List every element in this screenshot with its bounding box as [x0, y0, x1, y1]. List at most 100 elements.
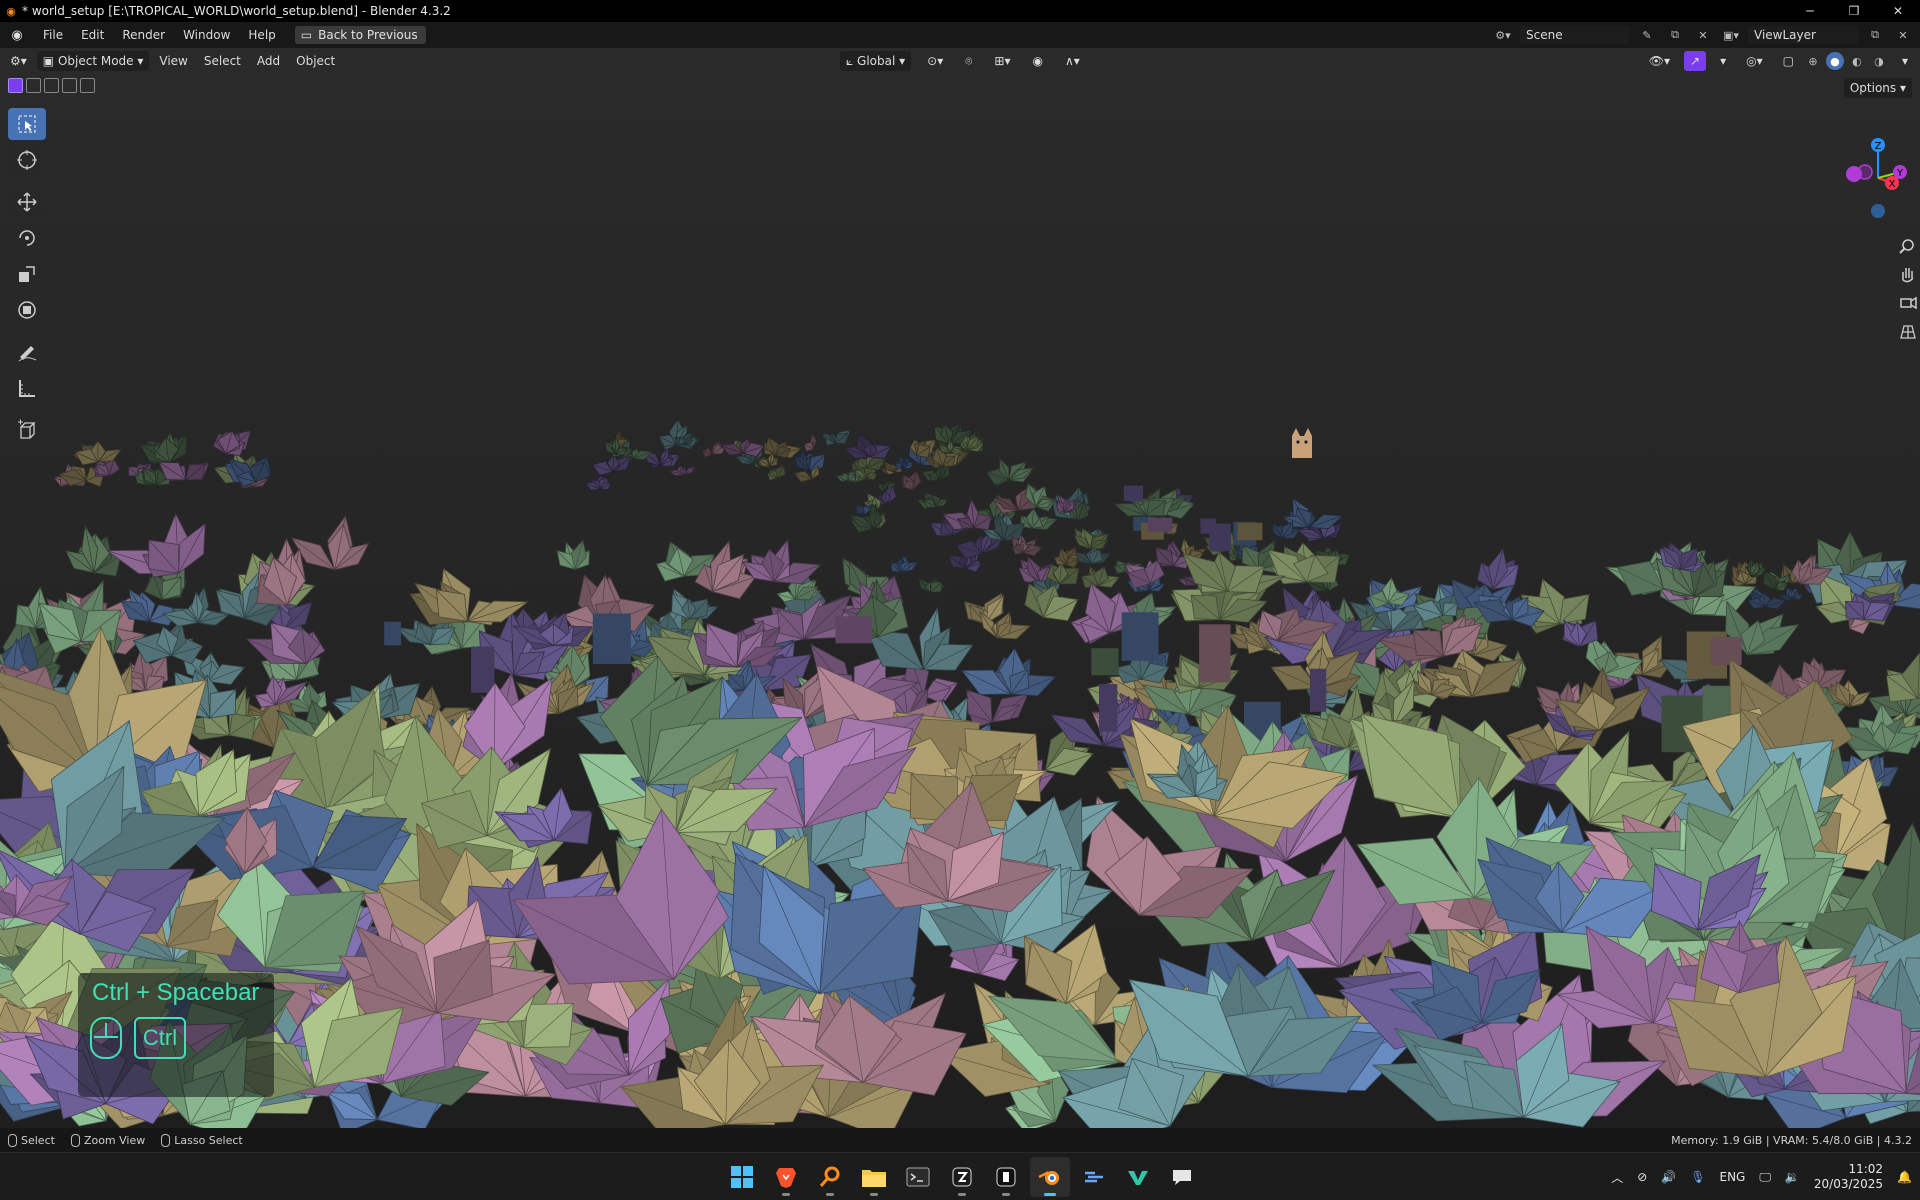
- select-new-icon[interactable]: [8, 78, 23, 93]
- app-9[interactable]: [1118, 1157, 1158, 1197]
- display-icon[interactable]: 🖵: [1759, 1170, 1771, 1185]
- falloff-button[interactable]: ∧▾: [1059, 51, 1086, 71]
- y-axis-label: Y: [1896, 168, 1904, 179]
- 3d-viewport[interactable]: ⚙▾ ▣ Object Mode ▾ View Select Add Objec…: [0, 48, 1920, 1128]
- material-shading-icon[interactable]: ◐: [1848, 52, 1866, 70]
- navigation-gizmo[interactable]: Z Y X: [1830, 108, 1920, 368]
- back-to-previous-button[interactable]: ▭ Back to Previous: [294, 26, 426, 44]
- right-mouse-icon: [161, 1133, 171, 1147]
- app-6[interactable]: [986, 1157, 1026, 1197]
- blender-app[interactable]: [1030, 1157, 1070, 1197]
- neg-z-axis-icon: [1871, 204, 1885, 218]
- select-subtract-icon[interactable]: [44, 78, 59, 93]
- keystroke-overlay: Ctrl + Spacebar Ctrl: [78, 973, 274, 1097]
- proxy-block: [1123, 485, 1143, 502]
- gizmo-dropdown[interactable]: ▾: [1714, 51, 1732, 71]
- network-activity-icon[interactable]: ⊘: [1637, 1170, 1647, 1184]
- xray-toggle-button[interactable]: ▢: [1777, 51, 1800, 71]
- file-explorer-app[interactable]: [854, 1157, 894, 1197]
- scene-field[interactable]: Scene: [1520, 26, 1630, 44]
- select-box-icon: [18, 115, 36, 133]
- select-extend-icon[interactable]: [26, 78, 41, 93]
- scene-icon[interactable]: ⚙▾: [1492, 26, 1514, 44]
- speaker-icon[interactable]: 🔊: [1661, 1170, 1676, 1184]
- scene-name: Scene: [1526, 28, 1563, 42]
- editor-type-button[interactable]: ⚙▾: [4, 51, 33, 71]
- rotate-tool[interactable]: [8, 222, 46, 254]
- brave-browser-app[interactable]: [766, 1157, 806, 1197]
- remove-view-layer-icon[interactable]: ✕: [1892, 26, 1914, 44]
- start-button[interactable]: [722, 1157, 762, 1197]
- menu-add[interactable]: Add: [251, 51, 286, 71]
- transform-orientation-selector[interactable]: ⟀ Global ▾: [840, 51, 912, 71]
- clock[interactable]: 11:02 20/03/2025: [1814, 1162, 1883, 1192]
- move-icon: [17, 192, 37, 212]
- menu-render[interactable]: Render: [113, 22, 174, 48]
- menu-select[interactable]: Select: [198, 51, 247, 71]
- terminal-app[interactable]: [898, 1157, 938, 1197]
- proportional-edit-button[interactable]: ◉: [1027, 51, 1049, 71]
- menu-object[interactable]: Object: [290, 51, 341, 71]
- notification-bell-icon[interactable]: 🔔: [1897, 1170, 1912, 1184]
- menu-window[interactable]: Window: [174, 22, 239, 48]
- viewport-header: ⚙▾ ▣ Object Mode ▾ View Select Add Objec…: [0, 48, 1920, 74]
- options-button[interactable]: Options ▾: [1843, 78, 1912, 98]
- jungle-scene: [0, 48, 1920, 1128]
- select-intersect-icon[interactable]: [80, 78, 95, 93]
- add-cube-tool[interactable]: [8, 414, 46, 446]
- wireframe-shading-icon[interactable]: ⊕: [1804, 52, 1822, 70]
- proxy-block: [1199, 624, 1231, 683]
- select-box-tool[interactable]: [8, 108, 46, 140]
- snap-toggle-button[interactable]: ⌾: [959, 51, 978, 71]
- ctrl-key-badge: Ctrl: [134, 1017, 186, 1059]
- measure-tool[interactable]: [8, 372, 46, 404]
- blender-menu-icon[interactable]: ◉: [0, 22, 34, 48]
- menu-view[interactable]: View: [153, 51, 193, 71]
- minimize-button[interactable]: ─: [1788, 0, 1832, 22]
- visibility-button[interactable]: 👁▾: [1643, 51, 1676, 71]
- chat-icon: [1173, 1170, 1191, 1185]
- transform-tool[interactable]: [8, 294, 46, 326]
- chevron-down-icon: ▾: [895, 54, 906, 68]
- overlay-toggle-button[interactable]: ◎▾: [1740, 51, 1769, 71]
- new-scene-icon[interactable]: ⧉: [1664, 26, 1686, 44]
- remove-scene-icon[interactable]: ✕: [1692, 26, 1714, 44]
- app-8[interactable]: [1074, 1157, 1114, 1197]
- maximize-button[interactable]: ❐: [1832, 0, 1876, 22]
- new-view-layer-icon[interactable]: ⧉: [1864, 26, 1886, 44]
- view-layer-icon[interactable]: ▣▾: [1720, 26, 1742, 44]
- annotate-tool[interactable]: [8, 336, 46, 368]
- hint-lasso-label: Lasso Select: [174, 1133, 243, 1147]
- menu-edit[interactable]: Edit: [72, 22, 113, 48]
- scale-tool[interactable]: [8, 258, 46, 290]
- memory-stats: Memory: 1.9 GiB | VRAM: 5.4/8.0 GiB | 4.…: [1671, 1133, 1912, 1147]
- gizmo-toggle-button[interactable]: ↗: [1684, 51, 1707, 71]
- brave-lion-icon: [776, 1168, 796, 1188]
- scale-icon: [19, 266, 35, 282]
- menu-file[interactable]: File: [34, 22, 72, 48]
- pin-icon[interactable]: ✎: [1636, 26, 1658, 44]
- solid-shading-icon[interactable]: ●: [1825, 52, 1844, 70]
- language-indicator[interactable]: ENG: [1719, 1170, 1745, 1184]
- cursor-tool[interactable]: [8, 144, 46, 176]
- move-tool[interactable]: [8, 186, 46, 218]
- app-5[interactable]: [942, 1157, 982, 1197]
- menu-help[interactable]: Help: [239, 22, 284, 48]
- pivot-point-button[interactable]: ⊙▾: [921, 51, 949, 71]
- volume-icon[interactable]: 🔉: [1785, 1170, 1800, 1184]
- middle-mouse-icon: [70, 1133, 80, 1147]
- proxy-block: [1121, 612, 1159, 661]
- search-app[interactable]: [810, 1157, 850, 1197]
- rendered-shading-icon[interactable]: ◑: [1870, 52, 1888, 70]
- microphone-icon[interactable]: 🎙: [1690, 1170, 1705, 1184]
- key-combo-text: Ctrl + Spacebar: [92, 979, 260, 1006]
- chevron-up-icon[interactable]: ︿: [1611, 1169, 1623, 1186]
- view-layer-field[interactable]: ViewLayer: [1748, 26, 1858, 44]
- shading-options-dropdown[interactable]: ▾: [1896, 51, 1914, 71]
- snap-target-button[interactable]: ⊞▾: [988, 51, 1016, 71]
- status-hint-select: Select: [8, 1133, 55, 1147]
- app-10[interactable]: [1162, 1157, 1202, 1197]
- mode-selector[interactable]: ▣ Object Mode ▾: [36, 51, 150, 71]
- select-invert-icon[interactable]: [62, 78, 77, 93]
- close-button[interactable]: ✕: [1876, 0, 1920, 22]
